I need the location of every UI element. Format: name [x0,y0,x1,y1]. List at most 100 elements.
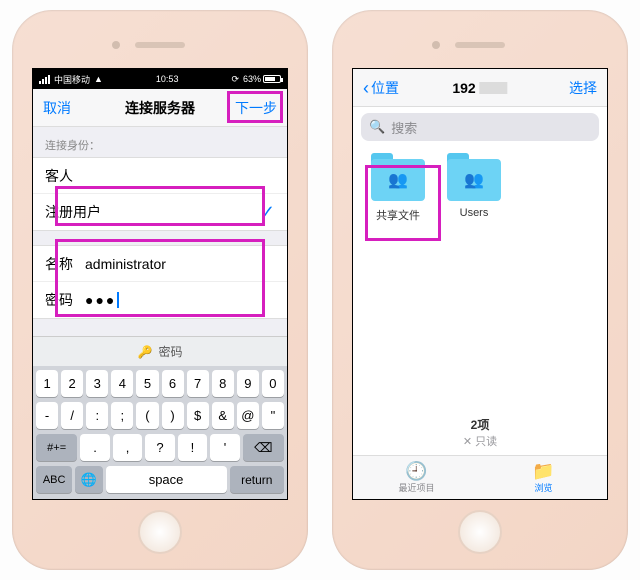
clock-icon: 🕘 [405,462,427,480]
phone-speaker [455,42,505,48]
name-row[interactable]: 名称 administrator [33,246,287,282]
key-,[interactable]: , [113,434,142,461]
identity-registered-row[interactable]: 注册用户 ✓ [33,194,287,230]
name-value: administrator [85,256,166,272]
key-backspace[interactable]: ⌫ [243,434,284,461]
next-button[interactable]: 下一步 [235,98,277,118]
key-([interactable]: ( [136,402,158,429]
screen-left: 中国移动 ▲ 10:53 ⟳ 63% 取消 连接服务器 下一步 连接身份： 客人 [32,68,288,500]
folder-label: Users [460,207,489,219]
phone-camera [432,41,440,49]
key-.[interactable]: . [80,434,109,461]
identity-guest-row[interactable]: 客人 [33,158,287,194]
password-row[interactable]: 密码 ●●● [33,282,287,318]
key-6[interactable]: 6 [162,370,184,397]
phone-right: ‹ 位置 192 选择 🔍 搜索 👥 共享文件 [332,10,628,570]
key-7[interactable]: 7 [187,370,209,397]
key-&[interactable]: & [212,402,234,429]
tab-recent[interactable]: 🕘 最近项目 [353,456,480,499]
key-space[interactable]: space [106,466,227,493]
rotation-lock-icon: ⟳ [231,74,239,85]
back-button[interactable]: ‹ 位置 [363,78,399,98]
folder-icon: 👥 [447,159,501,201]
navbar: ‹ 位置 192 选择 [353,69,607,107]
title-ip: 192 [452,80,475,96]
key-$[interactable]: $ [187,402,209,429]
page-title: 连接服务器 [125,98,195,118]
key-@[interactable]: @ [237,402,259,429]
key-![interactable]: ! [178,434,207,461]
identity-list: 客人 注册用户 ✓ [33,157,287,231]
keyboard-row-4: ABC 🌐 space return [36,466,284,493]
password-value: ●●● [85,292,116,308]
chevron-left-icon: ‹ [363,79,369,97]
checkmark-icon: ✓ [260,202,275,223]
password-label: 密码 [45,290,85,310]
cancel-button[interactable]: 取消 [43,98,71,118]
key-4[interactable]: 4 [111,370,133,397]
keyboard: 1234567890 -/:;()$&@" #+= .,?!' ⌫ ABC 🌐 … [33,366,287,499]
key-3[interactable]: 3 [86,370,108,397]
folder-icon: 📁 [532,462,554,480]
carrier-label: 中国移动 [54,73,90,86]
identity-section-label: 连接身份： [33,127,287,157]
battery-pct: 63% [243,74,261,84]
key-9[interactable]: 9 [237,370,259,397]
search-input[interactable]: 🔍 搜索 [361,113,599,141]
key-/[interactable]: / [61,402,83,429]
key-'[interactable]: ' [210,434,239,461]
tab-bar: 🕘 最近项目 📁 浏览 [353,455,607,499]
navbar: 取消 连接服务器 下一步 [33,89,287,127]
key-shift[interactable]: #+= [36,434,77,461]
screen-right: ‹ 位置 192 选择 🔍 搜索 👥 共享文件 [352,68,608,500]
key-0[interactable]: 0 [262,370,284,397]
footer-status: 2项 ✕ 只读 [353,416,607,455]
key-1[interactable]: 1 [36,370,58,397]
wifi-icon: ▲ [94,74,103,84]
key-2[interactable]: 2 [61,370,83,397]
search-icon: 🔍 [369,119,385,135]
key-globe[interactable]: 🌐 [75,466,102,493]
identity-registered-label: 注册用户 [45,202,101,222]
item-count: 2项 [353,416,607,433]
home-button[interactable] [458,510,502,554]
key-;[interactable]: ; [111,402,133,429]
key-?[interactable]: ? [145,434,174,461]
keyboard-row-3: #+= .,?!' ⌫ [36,434,284,461]
clock: 10:53 [156,74,179,84]
status-bar: 中国移动 ▲ 10:53 ⟳ 63% [33,69,287,89]
key--[interactable]: - [36,402,58,429]
keyboard-row-1: 1234567890 [36,370,284,397]
battery-indicator: 63% [243,74,281,84]
key-5[interactable]: 5 [136,370,158,397]
key-"[interactable]: " [262,402,284,429]
phone-camera [112,41,120,49]
keyboard-row-2: -/:;()$&@" [36,402,284,429]
key-return[interactable]: return [230,466,284,493]
identity-guest-label: 客人 [45,166,73,186]
back-label: 位置 [371,78,399,98]
phone-left: 中国移动 ▲ 10:53 ⟳ 63% 取消 连接服务器 下一步 连接身份： 客人 [12,10,308,570]
page-title: 192 [452,80,507,96]
search-placeholder: 搜索 [391,118,417,137]
key-icon: 🔑 [138,345,153,359]
text-cursor [117,292,119,308]
key-abc[interactable]: ABC [36,466,72,493]
phone-speaker [135,42,185,48]
tab-browse-label: 浏览 [534,481,552,494]
keyboard-hint: 密码 [158,343,182,360]
highlight-shared-folder [365,165,441,241]
readonly-label: ✕ 只读 [353,433,607,449]
name-label: 名称 [45,254,85,274]
signal-icon [39,75,50,84]
title-ip-mask [480,82,508,94]
tab-browse[interactable]: 📁 浏览 [480,456,607,499]
key-:[interactable]: : [86,402,108,429]
keyboard-hint-bar: 🔑 密码 [33,336,287,366]
folder-users[interactable]: 👥 Users [447,159,501,219]
select-button[interactable]: 选择 [569,78,597,98]
key-)[interactable]: ) [162,402,184,429]
home-button[interactable] [138,510,182,554]
key-8[interactable]: 8 [212,370,234,397]
tab-recent-label: 最近项目 [398,481,434,494]
